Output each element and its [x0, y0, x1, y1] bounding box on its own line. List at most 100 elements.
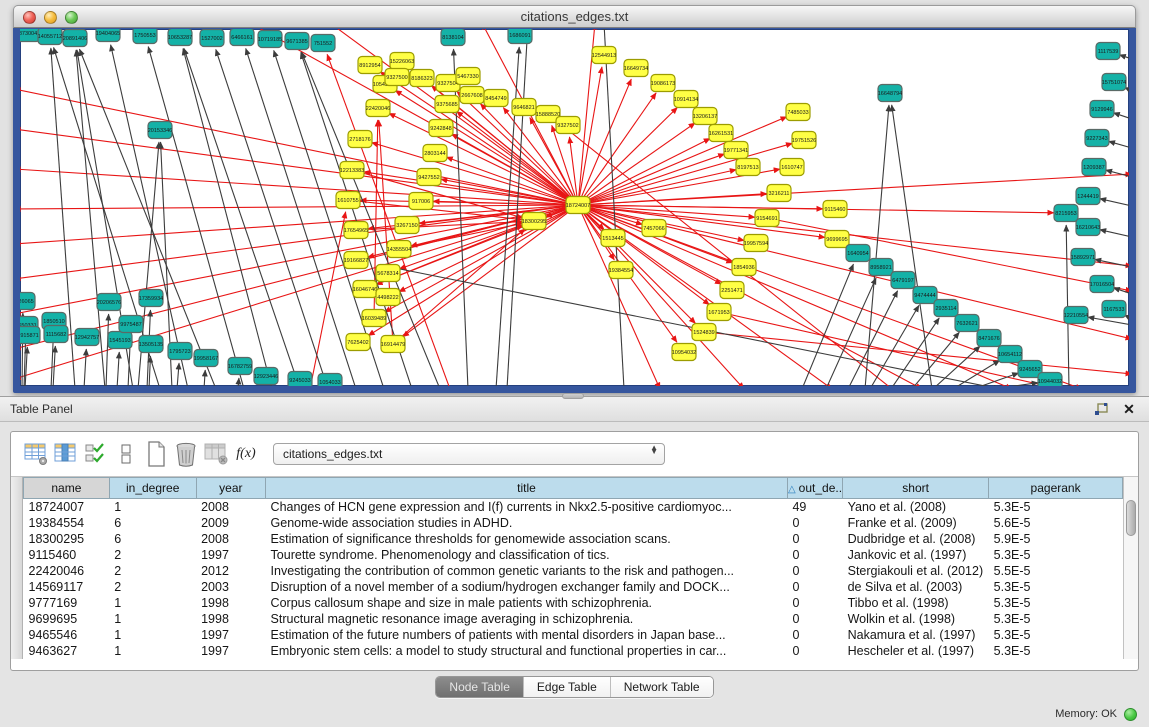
- graph-edge[interactable]: [1119, 55, 1129, 59]
- graph-node[interactable]: 1115682: [44, 326, 68, 343]
- graph-node[interactable]: 16914479: [381, 336, 405, 353]
- graph-node[interactable]: 19086173: [651, 75, 675, 92]
- table-cell[interactable]: 2: [109, 547, 196, 563]
- graph-node[interactable]: 9242848: [429, 120, 453, 137]
- table-cell[interactable]: 1998: [196, 595, 265, 611]
- graph-node[interactable]: 5678314: [376, 265, 400, 282]
- float-panel-icon[interactable]: [1091, 400, 1111, 418]
- graph-edge[interactable]: [892, 105, 932, 386]
- graph-node[interactable]: 1610755: [336, 192, 360, 209]
- graph-edge[interactable]: [216, 49, 328, 386]
- graph-node[interactable]: 2718176: [348, 131, 372, 148]
- graph-node[interactable]: 1686091: [508, 29, 532, 44]
- graph-edge[interactable]: [912, 332, 959, 386]
- graph-edge[interactable]: [1100, 230, 1129, 237]
- table-cell[interactable]: 5.3E-5: [989, 547, 1123, 563]
- graph-node[interactable]: 15751074: [1102, 74, 1126, 91]
- table-row[interactable]: 1872400712008Changes of HCN gene express…: [24, 499, 1123, 515]
- graph-node[interactable]: 9671385: [285, 33, 309, 50]
- table-cell[interactable]: 9463627: [24, 643, 110, 659]
- table-cell[interactable]: 5.9E-5: [989, 531, 1123, 547]
- table-cell[interactable]: 2008: [196, 499, 265, 515]
- graph-node[interactable]: 14355504: [387, 241, 411, 258]
- table-cell[interactable]: Estimation of significance thresholds fo…: [266, 531, 788, 547]
- show-columns-button[interactable]: [51, 439, 81, 469]
- tab-node-table[interactable]: Node Table: [436, 677, 524, 697]
- graph-edge[interactable]: [371, 142, 578, 205]
- graph-node[interactable]: 10719185: [258, 31, 282, 48]
- graph-node[interactable]: 9975487: [119, 316, 143, 333]
- select-all-rows-button[interactable]: [81, 439, 111, 469]
- table-cell[interactable]: 5.3E-5: [989, 643, 1123, 659]
- graph-node[interactable]: 13206137: [693, 108, 717, 125]
- table-cell[interactable]: 1998: [196, 611, 265, 627]
- table-row[interactable]: 946554611997Estimation of the future num…: [24, 627, 1123, 643]
- graph-edge[interactable]: [1066, 225, 1069, 386]
- graph-node[interactable]: 3267150: [395, 217, 419, 234]
- graph-node[interactable]: 8197513: [736, 159, 760, 176]
- table-cell[interactable]: 9465546: [24, 627, 110, 643]
- table-row[interactable]: 911546021997Tourette syndrome. Phenomeno…: [24, 547, 1123, 563]
- graph-node[interactable]: 1610747: [780, 159, 804, 176]
- graph-node[interactable]: 2251471: [720, 282, 744, 299]
- graph-edge[interactable]: [20, 205, 578, 349]
- graph-edge[interactable]: [1109, 141, 1129, 148]
- graph-node[interactable]: 12544913: [592, 47, 616, 64]
- graph-node[interactable]: 9227343: [1085, 130, 1109, 147]
- table-cell[interactable]: Disruption of a novel member of a sodium…: [266, 579, 788, 595]
- graph-node[interactable]: 1054033: [318, 374, 342, 387]
- table-cell[interactable]: 1: [109, 499, 196, 515]
- table-row[interactable]: 1830029562008Estimation of significance …: [24, 531, 1123, 547]
- table-cell[interactable]: 5.3E-5: [989, 611, 1123, 627]
- table-cell[interactable]: 1: [109, 627, 196, 643]
- graph-node[interactable]: 14055712: [38, 29, 62, 45]
- table-cell[interactable]: 5.6E-5: [989, 515, 1123, 531]
- table-cell[interactable]: 2: [109, 563, 196, 579]
- minimize-window-button[interactable]: [44, 11, 57, 24]
- graph-node[interactable]: 8454749: [484, 90, 508, 107]
- graph-node[interactable]: 4498222: [376, 289, 400, 306]
- graph-node[interactable]: 8138104: [441, 29, 465, 46]
- zoom-window-button[interactable]: [65, 11, 78, 24]
- graph-node[interactable]: 1640954: [846, 245, 870, 262]
- table-cell[interactable]: 1: [109, 643, 196, 659]
- graph-node[interactable]: 917006: [409, 193, 433, 210]
- graph-edge[interactable]: [84, 349, 86, 386]
- graph-node[interactable]: 2526065: [20, 293, 35, 310]
- graph-node[interactable]: 16649734: [624, 60, 648, 77]
- graph-node[interactable]: 8912954: [358, 57, 382, 74]
- graph-node[interactable]: 16782759: [228, 358, 252, 375]
- graph-edge[interactable]: [1106, 170, 1129, 177]
- graph-node[interactable]: 19751526: [792, 132, 816, 149]
- table-cell[interactable]: 0: [787, 515, 842, 531]
- table-cell[interactable]: 1997: [196, 547, 265, 563]
- graph-edge[interactable]: [1088, 317, 1129, 325]
- table-cell[interactable]: Embryonic stem cells: a model to study s…: [266, 643, 788, 659]
- table-cell[interactable]: 1997: [196, 643, 265, 659]
- graph-node[interactable]: 12213383: [340, 162, 364, 179]
- table-cell[interactable]: Tibbo et al. (1998): [843, 595, 989, 611]
- table-cell[interactable]: 0: [787, 595, 842, 611]
- graph-node[interactable]: 9474444: [913, 287, 937, 304]
- graph-node[interactable]: 9129946: [1090, 101, 1114, 118]
- column-header-in_degree[interactable]: in_degree: [109, 478, 196, 499]
- table-cell[interactable]: 0: [787, 579, 842, 595]
- graph-node[interactable]: 19771341: [724, 142, 748, 159]
- table-cell[interactable]: 22420046: [24, 563, 110, 579]
- table-cell[interactable]: 0: [787, 563, 842, 579]
- graph-node[interactable]: 7485033: [786, 104, 810, 121]
- close-window-button[interactable]: [23, 11, 36, 24]
- graph-node[interactable]: 22420046: [366, 100, 390, 117]
- table-cell[interactable]: Estimation of the future numbers of pati…: [266, 627, 788, 643]
- graph-node[interactable]: 8471676: [977, 330, 1001, 347]
- create-table-button[interactable]: [141, 439, 171, 469]
- memory-status-indicator[interactable]: [1124, 708, 1137, 721]
- graph-edge[interactable]: [364, 172, 578, 205]
- graph-edge[interactable]: [184, 48, 300, 386]
- graph-node[interactable]: 9699695: [825, 231, 849, 248]
- graph-node[interactable]: 9327500: [385, 69, 409, 86]
- graph-node[interactable]: 19957594: [744, 235, 768, 252]
- graph-node[interactable]: 7457066: [642, 220, 666, 237]
- graph-node[interactable]: 19384554: [609, 262, 633, 279]
- table-cell[interactable]: 2003: [196, 579, 265, 595]
